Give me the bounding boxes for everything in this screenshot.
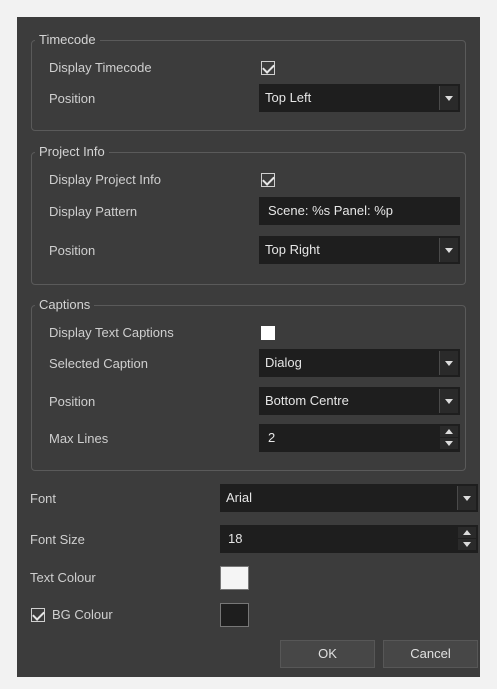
project-info-group-title: Project Info [35, 143, 109, 161]
selected-caption-value: Dialog [265, 355, 302, 370]
display-project-info-checkbox[interactable] [261, 173, 275, 187]
bg-colour-swatch[interactable] [220, 603, 249, 627]
captions-position-label: Position [49, 394, 96, 409]
text-colour-label: Text Colour [30, 570, 96, 585]
chevron-down-icon[interactable] [457, 486, 476, 510]
max-lines-spinbox[interactable]: 2 [259, 424, 460, 452]
chevron-down-icon[interactable] [439, 86, 458, 110]
display-timecode-label: Display Timecode [49, 60, 152, 75]
captions-position-dropdown[interactable]: Bottom Centre [259, 387, 460, 415]
display-pattern-value: Scene: %s Panel: %p [268, 203, 394, 218]
chevron-down-icon[interactable] [439, 238, 458, 262]
font-size-label: Font Size [30, 532, 85, 547]
spin-down-icon[interactable] [440, 438, 458, 449]
font-value: Arial [226, 490, 253, 505]
max-lines-label: Max Lines [49, 431, 109, 446]
spin-up-icon[interactable] [440, 426, 458, 437]
display-text-captions-checkbox[interactable] [261, 326, 275, 340]
display-pattern-input[interactable]: Scene: %s Panel: %p [259, 197, 460, 225]
cancel-button[interactable]: Cancel [383, 640, 478, 668]
chevron-down-icon[interactable] [439, 351, 458, 375]
font-dropdown[interactable]: Arial [220, 484, 478, 512]
spin-up-icon[interactable] [458, 527, 476, 538]
font-size-spinbox[interactable]: 18 [220, 525, 478, 553]
ok-button[interactable]: OK [280, 640, 375, 668]
captions-position-value: Bottom Centre [265, 393, 349, 408]
display-timecode-checkbox[interactable] [261, 61, 275, 75]
project-info-position-value: Top Right [265, 242, 320, 257]
chevron-down-icon[interactable] [439, 389, 458, 413]
selected-caption-label: Selected Caption [49, 356, 149, 371]
spin-down-icon[interactable] [458, 539, 476, 550]
project-info-position-label: Position [49, 243, 96, 258]
bg-colour-checkbox[interactable] [31, 608, 45, 622]
project-info-position-dropdown[interactable]: Top Right [259, 236, 460, 264]
timecode-settings-dialog: Timecode Display Timecode Position Top L… [17, 17, 480, 677]
max-lines-value: 2 [268, 430, 276, 445]
display-project-info-label: Display Project Info [49, 172, 161, 187]
selected-caption-dropdown[interactable]: Dialog [259, 349, 460, 377]
timecode-position-value: Top Left [265, 90, 312, 105]
text-colour-swatch[interactable] [220, 566, 249, 590]
display-pattern-label: Display Pattern [49, 204, 138, 219]
captions-group-title: Captions [35, 296, 95, 314]
timecode-group-title: Timecode [35, 31, 100, 49]
timecode-position-label: Position [49, 91, 96, 106]
bg-colour-label: BG Colour [52, 607, 113, 622]
font-label: Font [30, 491, 57, 506]
display-text-captions-label: Display Text Captions [49, 325, 174, 340]
captions-group: Captions Display Text Captions Selected … [31, 296, 466, 471]
timecode-group: Timecode Display Timecode Position Top L… [31, 31, 466, 131]
font-size-value: 18 [228, 531, 243, 546]
timecode-position-dropdown[interactable]: Top Left [259, 84, 460, 112]
project-info-group: Project Info Display Project Info Displa… [31, 143, 466, 285]
